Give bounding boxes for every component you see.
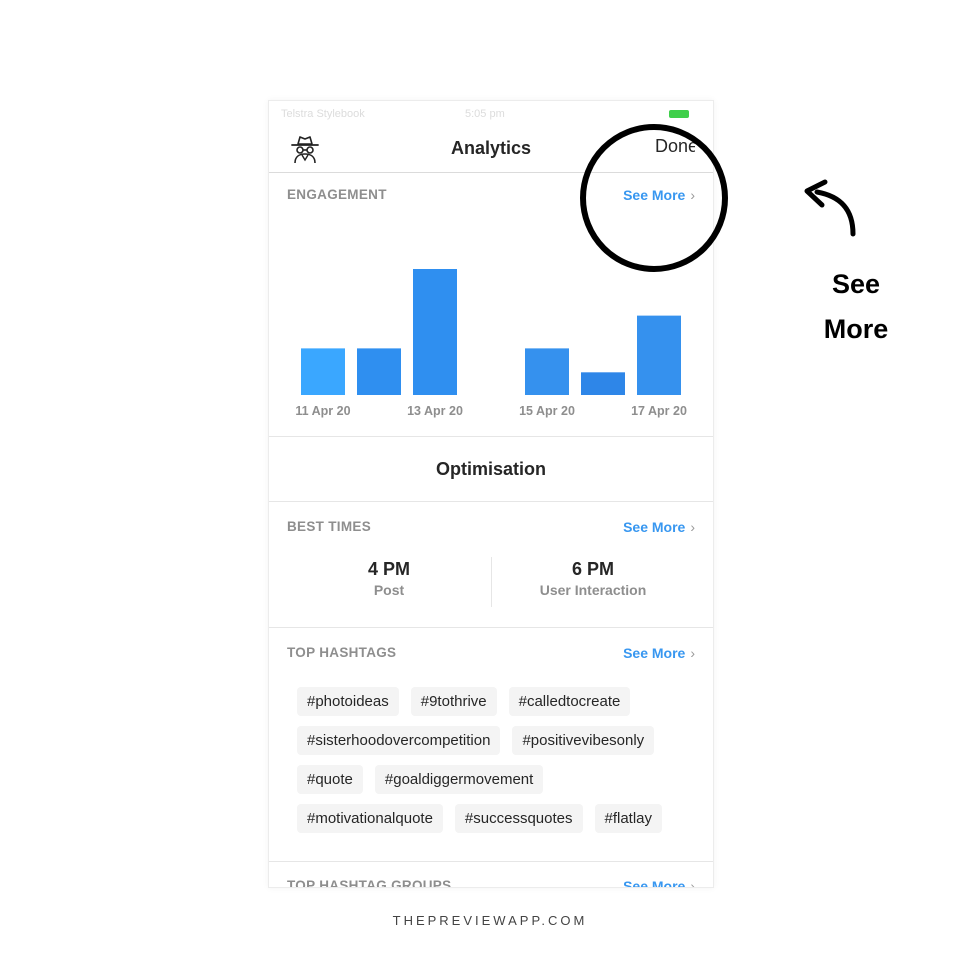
best-time-interaction-value: 6 PM [571,559,614,579]
hashtag-chip[interactable]: #9tothrive [410,687,497,716]
hashtag-chip[interactable]: #successquotes [454,804,583,833]
best-time-post: 4 PM Post [289,559,489,598]
hashtag-chip[interactable]: #motivationalquote [297,804,443,833]
divider [269,861,713,862]
carrier-label: Telstra Stylebook [281,108,365,120]
optimisation-title: Optimisation [435,459,546,479]
chart-bar [525,348,569,395]
best-time-interaction: 6 PM User Interaction [493,559,693,598]
chart-bar [413,269,457,395]
best-time-interaction-label: User Interaction [539,582,647,598]
best-time-post-label: Post [373,582,405,598]
hashtag-chip[interactable]: #flatlay [594,804,663,833]
divider [269,436,713,437]
status-bar: Telstra Stylebook 5:05 pm [269,101,713,127]
engagement-label: ENGAGEMENT [287,187,387,202]
hashtag-chip[interactable]: #goaldiggermovement [374,765,544,794]
divider [269,501,713,502]
hashtag-chip[interactable]: #positivevibesonly [512,726,655,755]
divider [269,627,713,628]
chart-bar [637,315,681,395]
see-more-callout: See More [800,262,912,352]
hashtag-chip[interactable]: #calledtocreate [508,687,631,716]
curved-arrow-icon [804,179,856,237]
chevron-right-icon: › [690,645,695,661]
chart-tick-label: 15 Apr 20 [519,404,575,418]
hashtag-chip[interactable]: #quote [297,765,363,794]
hashtag-chip[interactable]: #photoideas [297,687,399,716]
chart-bar [357,348,401,395]
top-hashtags-label: TOP HASHTAGS [287,645,397,660]
chart-bar [581,372,625,395]
see-more-label: See More [623,645,686,661]
clock: 5:05 pm [465,108,505,120]
chart-bar [301,348,345,395]
chart-tick-label: 13 Apr 20 [407,404,463,418]
callout-line-1: See [831,269,881,299]
hashtag-list: #photoideas #9tothrive #calledtocreate #sis… [297,687,697,833]
highlight-circle [580,124,728,272]
column-divider [491,557,492,607]
see-more-label: See More [623,878,686,888]
top-hashtag-groups-label: TOP HASHTAG GROUPS [287,878,452,888]
best-times-see-more-button[interactable]: See More › [623,519,695,535]
callout-line-2: More [823,314,889,344]
see-more-label: See More [623,519,686,535]
top-hashtag-groups-see-more-button[interactable]: See More › [623,878,695,888]
best-times-label: BEST TIMES [287,519,372,534]
best-time-post-value: 4 PM [367,559,410,579]
top-hashtags-see-more-button[interactable]: See More › [623,645,695,661]
chevron-right-icon: › [690,878,695,888]
battery-icon [669,110,689,118]
footer-watermark: THEPREVIEWAPP.COM [392,913,588,928]
hashtag-chip[interactable]: #sisterhoodovercompetition [297,726,501,755]
chart-tick-label: 11 Apr 20 [295,404,350,418]
chevron-right-icon: › [690,519,695,535]
chart-tick-label: 17 Apr 20 [631,404,687,418]
